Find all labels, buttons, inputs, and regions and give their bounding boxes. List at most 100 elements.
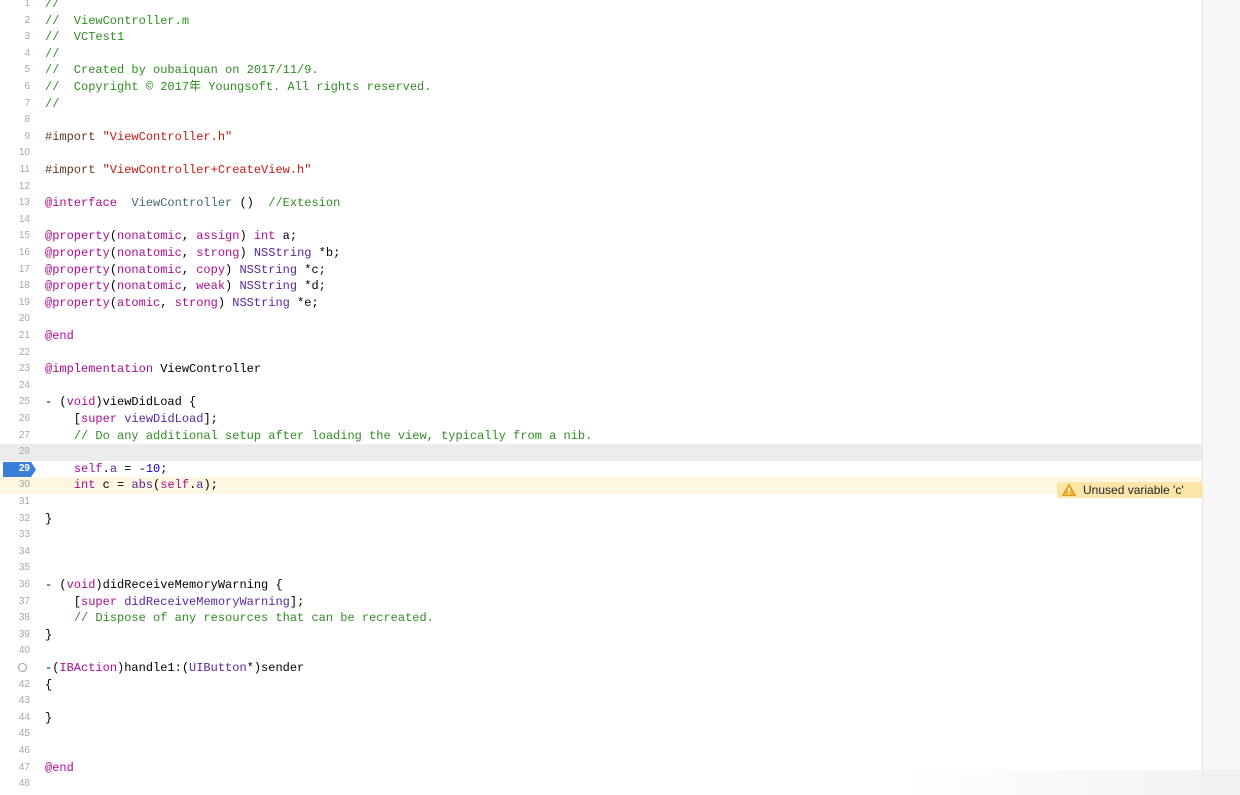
warning-triangle-icon — [1062, 484, 1076, 496]
code-text: @property(atomic, strong) NSString *e; — [45, 295, 319, 310]
line-number: 43 — [18, 695, 30, 707]
code-line[interactable]: 13 @interface ViewController () //Extesio… — [0, 195, 1202, 212]
code-line[interactable]: 21 @end — [0, 328, 1202, 345]
line-number: 16 — [18, 247, 30, 258]
code-text: { — [45, 677, 53, 692]
code-text: [super viewDidLoad]; — [45, 412, 218, 426]
line-number: 20 — [18, 313, 30, 325]
code-line[interactable]: 22 — [0, 345, 1202, 362]
code-line[interactable]: 16 @property(nonatomic, strong) NSString … — [0, 245, 1202, 262]
code-line[interactable]: 11 #import "ViewController+CreateView.h" — [0, 162, 1202, 179]
code-line[interactable]: 2 // ViewController.m — [0, 13, 1202, 30]
line-number: 37 — [18, 595, 30, 607]
code-line[interactable]: 29 self.a = -10; — [0, 461, 1202, 478]
code-text: @interface ViewController () //Extesion — [45, 196, 341, 211]
code-line[interactable]: 38 // Dispose of any resources that can … — [0, 610, 1202, 627]
code-line[interactable]: 23 @implementation ViewController — [0, 361, 1202, 378]
editor-minimap[interactable] — [1202, 0, 1240, 795]
code-line[interactable]: 40 — [0, 643, 1202, 660]
code-line[interactable]: 46 — [0, 743, 1202, 760]
code-line[interactable]: 42 { — [0, 677, 1202, 694]
code-line[interactable]: 26 [super viewDidLoad]; — [0, 411, 1202, 428]
code-line[interactable]: 43 — [0, 693, 1202, 710]
line-number: 45 — [18, 728, 30, 740]
code-text: int c = abs(self.a); — [73, 478, 218, 493]
code-line[interactable]: 6 // Copyright © 2017年 Youngsoft. All rig… — [0, 79, 1202, 96]
code-text: @property(nonatomic, copy) NSString *c; — [45, 262, 326, 277]
line-number: 42 — [18, 678, 30, 690]
ibaction-connection-icon[interactable] — [18, 663, 27, 672]
code-line[interactable]: 47 @end — [0, 760, 1202, 777]
line-number: 28 — [18, 446, 30, 458]
warning-message: Unused variable 'c' — [1083, 483, 1184, 497]
line-number: 5 — [24, 64, 30, 76]
line-number: 15 — [18, 230, 30, 242]
line-number: 2 — [24, 14, 30, 26]
code-text: // — [45, 96, 60, 111]
code-line[interactable]: 17 @property(nonatomic, copy) NSString *c… — [0, 262, 1202, 279]
code-line[interactable]: 4 // — [0, 46, 1202, 63]
code-editor[interactable]: 1 // 2 // ViewController.m 3 // VCTest1 4 // 5 //… — [0, 0, 1202, 795]
line-number: 34 — [18, 545, 30, 557]
line-number: 44 — [18, 711, 30, 723]
line-number: 26 — [18, 413, 30, 424]
code-line[interactable]: 1 // — [0, 0, 1202, 13]
code-text: [super didReceiveMemoryWarning]; — [45, 594, 305, 609]
code-text: // — [45, 46, 60, 61]
line-number: 36 — [18, 579, 30, 590]
code-text: // Dispose of any resources that can be … — [73, 611, 434, 626]
code-line[interactable]: 32} — [0, 511, 1202, 528]
line-number: 3 — [24, 31, 30, 43]
line-number: 32 — [18, 512, 30, 524]
code-text: // — [45, 0, 60, 11]
line-number: 46 — [18, 745, 30, 756]
code-line[interactable]: 12 — [0, 179, 1202, 196]
code-text: @implementation ViewController — [45, 362, 262, 377]
code-line[interactable]: 10 — [0, 145, 1202, 162]
code-text: - (void)viewDidLoad { — [45, 395, 197, 410]
code-line[interactable]: 25 - (void)viewDidLoad { — [0, 394, 1202, 411]
line-number: 19 — [18, 296, 30, 308]
line-number: 30 — [18, 479, 30, 491]
line-number: 35 — [18, 562, 30, 574]
line-number: 39 — [18, 628, 30, 640]
code-line[interactable]: 37 [super didReceiveMemoryWarning]; — [0, 594, 1202, 611]
code-line[interactable]: 34 — [0, 544, 1202, 561]
code-line[interactable]: 28 — [0, 444, 1202, 461]
line-number: 48 — [18, 778, 30, 790]
code-text: } — [45, 511, 53, 526]
code-line[interactable]: 5 // Created by oubaiquan on 2017/11/9. — [0, 62, 1202, 79]
code-line[interactable]: 33 — [0, 527, 1202, 544]
code-line[interactable]: 27 // Do any additional setup after load… — [0, 428, 1202, 445]
code-text: @property(nonatomic, weak) NSString *d; — [45, 279, 326, 294]
code-line[interactable]: 39} — [0, 627, 1202, 644]
code-line[interactable]: 30 int c = abs(self.a); — [0, 477, 1202, 494]
code-line[interactable]: 14 — [0, 212, 1202, 229]
code-line[interactable]: 8 — [0, 112, 1202, 129]
line-number: 11 — [19, 164, 30, 175]
code-line[interactable]: 15 @property(nonatomic, assign) int a; — [0, 228, 1202, 245]
code-line[interactable]: 9 #import "ViewController.h" — [0, 129, 1202, 146]
code-line[interactable]: 44} — [0, 710, 1202, 727]
code-line[interactable]: 45 — [0, 726, 1202, 743]
code-text: @property(nonatomic, strong) NSString *b… — [45, 246, 341, 260]
code-line[interactable]: 3 // VCTest1 — [0, 29, 1202, 46]
code-line[interactable]: 48 — [0, 776, 1202, 793]
code-line[interactable]: 7 // — [0, 96, 1202, 113]
line-number: 12 — [18, 180, 30, 192]
code-line[interactable]: 36 - (void)didReceiveMemoryWarning { — [0, 577, 1202, 594]
code-line[interactable]: 35 — [0, 560, 1202, 577]
line-number: 40 — [18, 645, 30, 657]
line-number: 38 — [18, 612, 30, 624]
code-line[interactable]: 20 — [0, 311, 1202, 328]
code-line[interactable]: 18 @property(nonatomic, weak) NSString *d… — [0, 278, 1202, 295]
code-line[interactable]: 19 @property(atomic, strong) NSString *e; — [0, 295, 1202, 312]
code-line[interactable]: 31 — [0, 494, 1202, 511]
code-line[interactable]: -(IBAction)handle1:(UIButton*)sender — [0, 660, 1202, 677]
line-number: 1 — [24, 0, 30, 9]
code-text: // Created by oubaiquan on 2017/11/9. — [45, 63, 319, 78]
code-text: // VCTest1 — [45, 30, 125, 45]
code-line[interactable]: 24 — [0, 378, 1202, 395]
warning-badge[interactable]: Unused variable 'c' — [1057, 482, 1203, 498]
line-number: 47 — [18, 761, 30, 773]
